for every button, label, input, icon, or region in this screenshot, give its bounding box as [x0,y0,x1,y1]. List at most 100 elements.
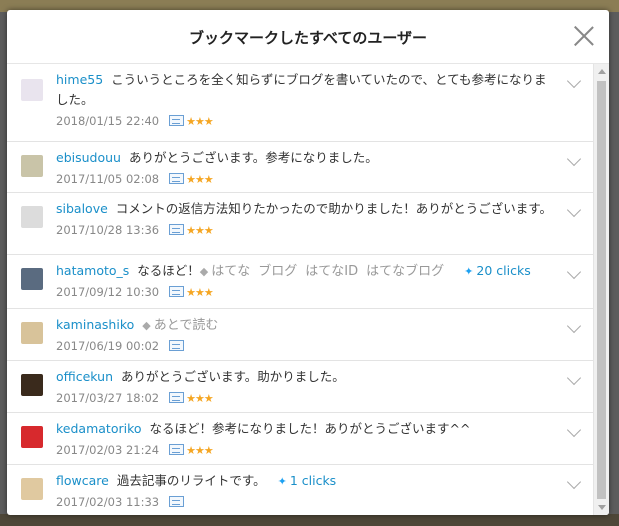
bookmark-users-dialog: ブックマークしたすべてのユーザー hime55 こういうところを全く知らずにブログ… [7,10,609,515]
chevron-down-icon[interactable] [566,474,582,490]
bookmark-item: hime55 こういうところを全く知らずにブログを書いていたので、とても参考になり… [7,64,593,142]
user-link[interactable]: ebisudouu [56,150,121,165]
entry-icon[interactable] [169,392,185,403]
close-icon[interactable] [573,25,595,47]
bookmark-item: sibalove コメントの返信方法知りたかったので助かりました！ありがとうござい… [7,193,593,255]
scrollbar-thumb[interactable] [597,81,606,499]
user-link[interactable]: sibalove [56,201,108,216]
entry-icon[interactable] [169,115,185,126]
background-page-right [609,12,619,514]
bookmark-comment: こういうところを全く知らずにブログを書いていたので、とても参考になりました。 [56,72,547,107]
bookmark-meta: 2017/09/12 10:30 ★★★ [56,283,559,302]
user-link[interactable]: kedamatoriko [56,421,142,436]
bookmark-list: hime55 こういうところを全く知らずにブログを書いていたので、とても参考になり… [7,64,593,515]
bookmark-meta: 2017/03/27 18:02 ★★★ [56,389,559,408]
bookmark-line: hatamoto_s なるほど！◆ はてな ブログ はてなID はてなブログ ✦ 20 cli… [56,261,559,281]
entry-icon[interactable] [169,224,185,235]
scroll-up-arrow-icon[interactable] [598,69,606,74]
twitter-bird-icon: ✦ [464,265,474,278]
chevron-down-icon[interactable] [566,422,582,438]
chevron-down-icon[interactable] [566,151,582,167]
tag-label: ブログ [258,264,298,279]
bookmark-meta: 2017/11/05 02:08 ★★★ [56,170,559,189]
bookmark-comment: ありがとうございます。助かりました。 [121,369,345,384]
bookmark-date[interactable]: 2017/11/05 02:08 [56,172,159,186]
bookmark-comment: なるほど！ [137,263,200,278]
user-link[interactable]: hatamoto_s [56,263,129,278]
bookmark-meta: 2018/01/15 22:40 ★★★ [56,112,559,131]
scroll-down-arrow-icon[interactable] [598,505,606,510]
bookmark-date[interactable]: 2017/06/19 00:02 [56,339,159,353]
bookmark-item: hatamoto_s なるほど！◆ はてな ブログ はてなID はてなブログ ✦ 20 cli… [7,255,593,309]
bookmark-item: kaminashiko ◆ あとで読む 2017/06/19 00:02 [7,309,593,361]
bookmark-item: flowcare 過去記事のリライトです。 ✦ 1 clicks 2017/02/03 … [7,465,593,515]
dialog-title: ブックマークしたすべてのユーザー [188,29,428,47]
avatar[interactable] [21,426,43,448]
bookmark-item: officekun ありがとうございます。助かりました。 2017/03/27 18… [7,361,593,413]
tag-icon: ◆ [142,319,151,332]
bookmark-comment: コメントの返信方法知りたかったので助かりました！ありがとうございます。 [115,201,553,216]
star-rating[interactable]: ★★★ [186,224,214,237]
user-link[interactable]: officekun [56,369,113,384]
bookmark-comment: 過去記事のリライトです。 [116,473,266,488]
clicks-count: 1 clicks [289,473,337,488]
bookmark-line: ebisudouu ありがとうございます。参考になりました。 [56,148,559,168]
star-rating[interactable]: ★★★ [186,115,214,128]
user-link[interactable]: hime55 [56,72,103,87]
tag-label: あとで読む [153,318,219,333]
avatar[interactable] [21,79,43,101]
dialog-header: ブックマークしたすべてのユーザー [7,10,609,64]
tag-link[interactable]: はてなブログ [366,264,444,279]
tag-link[interactable]: はてなID [305,264,358,279]
chevron-down-icon[interactable] [566,202,582,218]
chevron-down-icon[interactable] [566,73,582,89]
avatar[interactable] [21,374,43,396]
star-rating[interactable]: ★★★ [186,444,214,457]
chevron-down-icon[interactable] [566,318,582,334]
bookmark-date[interactable]: 2017/02/03 11:33 [56,495,159,509]
avatar[interactable] [21,155,43,177]
entry-icon[interactable] [169,444,185,455]
clicks-count: 20 clicks [476,263,531,278]
avatar[interactable] [21,478,43,500]
tag-link[interactable]: ◆ はてな [200,264,250,279]
avatar[interactable] [21,206,43,228]
bookmark-date[interactable]: 2017/09/12 10:30 [56,285,159,299]
bookmark-comment: ありがとうございます。参考になりました。 [128,150,378,165]
bookmark-date[interactable]: 2017/03/27 18:02 [56,391,159,405]
user-link[interactable]: kaminashiko [56,317,134,332]
avatar[interactable] [21,322,43,344]
tag-icon: ◆ [199,265,209,278]
tag-link[interactable]: ◆ あとで読む [142,318,218,333]
bookmark-date[interactable]: 2017/10/28 13:36 [56,223,159,237]
user-link[interactable]: flowcare [56,473,109,488]
twitter-bird-icon: ✦ [277,475,287,488]
bookmark-meta: 2017/10/28 13:36 ★★★ [56,221,559,240]
entry-icon[interactable] [169,496,185,507]
bookmark-meta: 2017/06/19 00:02 [56,337,559,355]
scrollbar[interactable] [593,64,609,515]
tag-link[interactable]: ブログ [258,264,297,279]
twitter-clicks-link[interactable]: ✦ 1 clicks [278,473,337,488]
star-rating[interactable]: ★★★ [186,286,214,299]
bookmark-comment: なるほど！参考になりました！ありがとうございます^^ [149,421,471,436]
bookmark-meta: 2017/02/03 11:33 [56,493,559,511]
star-rating[interactable]: ★★★ [186,173,214,186]
entry-icon[interactable] [169,173,185,184]
entry-icon[interactable] [169,340,185,351]
bookmark-date[interactable]: 2018/01/15 22:40 [56,114,159,128]
bookmark-date[interactable]: 2017/02/03 21:24 [56,443,159,457]
bookmark-line: flowcare 過去記事のリライトです。 ✦ 1 clicks [56,471,559,491]
avatar[interactable] [21,268,43,290]
twitter-clicks-link[interactable]: ✦ 20 clicks [464,263,531,278]
bookmark-line: kaminashiko ◆ あとで読む [56,315,559,335]
bookmark-line: officekun ありがとうございます。助かりました。 [56,367,559,387]
bookmark-item: ebisudouu ありがとうございます。参考になりました。 2017/11/05 … [7,142,593,193]
background-page-bottom [0,514,619,526]
bookmark-meta: 2017/02/03 21:24 ★★★ [56,441,559,460]
star-rating[interactable]: ★★★ [186,392,214,405]
chevron-down-icon[interactable] [566,370,582,386]
chevron-down-icon[interactable] [566,264,582,280]
bookmark-line: kedamatoriko なるほど！参考になりました！ありがとうございます^^ [56,419,559,439]
entry-icon[interactable] [169,286,185,297]
